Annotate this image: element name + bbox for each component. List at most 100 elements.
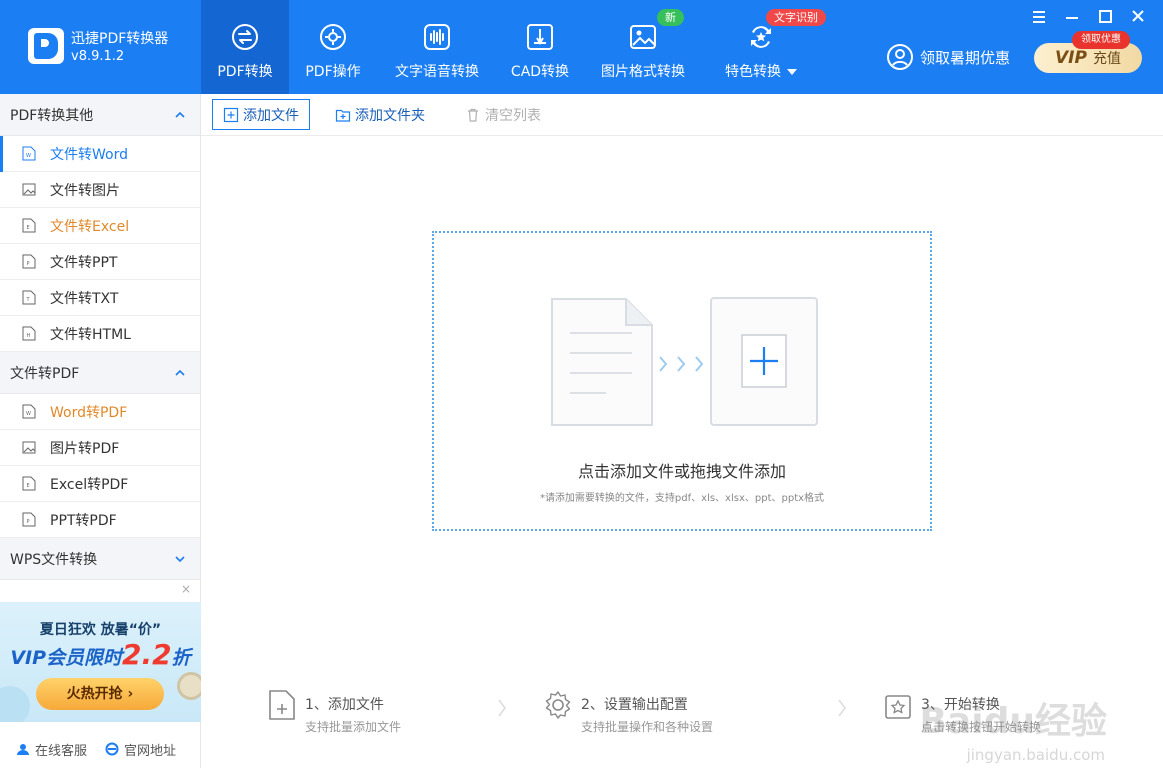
app-logo-icon xyxy=(28,28,64,64)
tab-label: PDF转换 xyxy=(217,64,273,80)
sidebar-item-to-txt[interactable]: T 文件转TXT xyxy=(0,280,200,316)
sidebar-item-label: 文件转图片 xyxy=(50,182,120,199)
sidebar-item-word-to-pdf[interactable]: W Word转PDF xyxy=(0,394,200,430)
add-file-label: 添加文件 xyxy=(243,107,299,124)
sidebar-item-to-image[interactable]: 文件转图片 xyxy=(0,172,200,208)
cad-icon xyxy=(527,24,553,50)
sidebar-item-label: 文件转HTML xyxy=(50,326,131,343)
chevron-right-icon xyxy=(659,356,704,372)
step-desc: 支持批量添加文件 xyxy=(305,720,402,734)
sidebar: PDF转换其他 W 文件转Word 文件转图片 E 文件转Excel P 文件转… xyxy=(0,94,201,768)
ad-offer: VIP会员限时2.2折 xyxy=(0,638,201,671)
word-file-icon: W xyxy=(22,404,36,419)
word-file-icon: W xyxy=(22,146,36,161)
sidebar-section-pdf-to-other[interactable]: PDF转换其他 xyxy=(0,94,200,136)
tab-pdf-convert[interactable]: PDF转换 xyxy=(201,0,289,94)
file-drop-zone[interactable]: 点击添加文件或拖拽文件添加 *请添加需要转换的文件，支持pdf、xls、xlsx… xyxy=(432,231,932,531)
ppt-file-icon: P xyxy=(22,512,36,527)
close-icon[interactable] xyxy=(1127,8,1149,26)
sidebar-footer: 在线客服 官网地址 xyxy=(0,734,201,764)
html-file-icon: H xyxy=(22,326,36,341)
promo-label: 领取暑期优惠 xyxy=(920,48,1011,67)
vip-promo-badge: 领取优惠 xyxy=(1072,31,1130,49)
user-icon xyxy=(887,44,913,70)
clear-list-button[interactable]: 清空列表 xyxy=(455,99,551,130)
document-icon xyxy=(551,298,653,426)
ie-icon xyxy=(105,742,119,756)
online-service-link[interactable]: 在线客服 xyxy=(16,740,87,759)
tab-label: CAD转换 xyxy=(510,64,570,80)
window-controls xyxy=(1017,8,1149,26)
tab-pdf-operation[interactable]: PDF操作 xyxy=(289,0,377,94)
chevron-right-icon xyxy=(838,699,846,717)
tab-label: 文字语音转换 xyxy=(395,64,479,80)
chevron-down-icon xyxy=(175,555,185,562)
trash-icon xyxy=(468,108,478,122)
sidebar-item-to-word[interactable]: W 文件转Word xyxy=(0,136,200,172)
step-add-file: 1、添加文件 支持批量添加文件 xyxy=(267,688,401,735)
section-title: PDF转换其他 xyxy=(10,107,94,124)
sidebar-item-label: 文件转Excel xyxy=(50,218,130,235)
decor-coin xyxy=(177,672,201,700)
title-bar: 迅捷PDF转换器 v8.9.1.2 PDF转换 PDF操作 文字语音转换 CAD… xyxy=(0,0,1163,94)
official-site-link[interactable]: 官网地址 xyxy=(105,740,176,759)
ad-grab-button[interactable]: 火热开抢 › xyxy=(36,678,164,710)
minimize-icon[interactable] xyxy=(1061,8,1083,26)
summer-promo-link[interactable]: 领取暑期优惠 xyxy=(886,43,1010,71)
ad-headline: 夏日狂欢 放暑“价” xyxy=(39,622,162,638)
sidebar-item-image-to-pdf[interactable]: 图片转PDF xyxy=(0,430,200,466)
tab-label: 特色转换 xyxy=(725,61,797,81)
image-icon xyxy=(630,25,656,49)
sidebar-section-wps[interactable]: WPS文件转换 xyxy=(0,538,200,580)
sidebar-item-label: Word转PDF xyxy=(50,404,128,421)
app-name: 迅捷PDF转换器 xyxy=(71,31,169,47)
svg-text:W: W xyxy=(26,153,31,159)
ad-close-icon[interactable]: × xyxy=(181,582,191,596)
sidebar-item-excel-to-pdf[interactable]: E Excel转PDF xyxy=(0,466,200,502)
add-file-button[interactable]: 添加文件 xyxy=(212,99,310,130)
vip-label: 充值 xyxy=(1092,51,1121,67)
maximize-icon[interactable] xyxy=(1094,8,1116,26)
online-service-label: 在线客服 xyxy=(35,743,88,759)
chevron-up-icon xyxy=(175,369,185,376)
convert-icon xyxy=(885,695,911,719)
image-file-icon xyxy=(22,441,36,454)
tab-cad[interactable]: CAD转换 xyxy=(497,0,583,94)
add-folder-icon xyxy=(335,109,351,122)
vip-promo-banner[interactable]: 夏日狂欢 放暑“价” VIP会员限时2.2折 火热开抢 › xyxy=(0,602,201,722)
sidebar-item-ppt-to-pdf[interactable]: P PPT转PDF xyxy=(0,502,200,538)
add-folder-button[interactable]: 添加文件夹 xyxy=(325,99,435,130)
add-target-icon xyxy=(710,297,818,426)
sidebar-item-to-html[interactable]: H 文件转HTML xyxy=(0,316,200,352)
menu-icon[interactable] xyxy=(1028,8,1050,26)
tab-label: 图片格式转换 xyxy=(601,64,685,80)
svg-text:P: P xyxy=(27,261,30,267)
decor-ball xyxy=(0,686,30,722)
file-toolbar: 添加文件 添加文件夹 清空列表 xyxy=(201,94,1163,136)
sidebar-item-label: 文件转Word xyxy=(50,146,128,163)
sidebar-item-to-ppt[interactable]: P 文件转PPT xyxy=(0,244,200,280)
sidebar-section-file-to-pdf[interactable]: 文件转PDF xyxy=(0,352,200,394)
svg-text:W: W xyxy=(26,411,31,417)
chevron-up-icon xyxy=(175,111,185,118)
watermark-url: jingyan.baidu.com xyxy=(966,746,1105,764)
tab-special-convert[interactable]: 特色转换 文字识别 xyxy=(703,0,826,94)
sidebar-item-to-excel[interactable]: E 文件转Excel xyxy=(0,208,200,244)
tab-label: PDF操作 xyxy=(305,64,361,80)
drop-illustration xyxy=(551,297,818,426)
tab-image-format[interactable]: 图片格式转换 新 xyxy=(583,0,703,94)
watermark-logo: Baidu经验 xyxy=(919,701,1107,742)
app-version: v8.9.1.2 xyxy=(71,49,125,64)
sidebar-item-label: 图片转PDF xyxy=(50,440,120,457)
tab-label-text: 特色转换 xyxy=(725,64,781,80)
excel-file-icon: E xyxy=(22,476,36,491)
ppt-file-icon: P xyxy=(22,254,36,269)
drop-zone-hint: *请添加需要转换的文件，支持pdf、xls、xlsx、ppt、pptx格式 xyxy=(539,493,825,504)
svg-text:E: E xyxy=(27,483,30,489)
main-nav: PDF转换 PDF操作 文字语音转换 CAD转换 图片格式转换 新 特色转换 文… xyxy=(201,0,826,94)
tab-text-voice[interactable]: 文字语音转换 xyxy=(377,0,497,94)
star-icon xyxy=(751,26,771,48)
svg-text:T: T xyxy=(26,297,31,303)
official-site-label: 官网地址 xyxy=(124,743,177,759)
chevron-down-icon xyxy=(787,69,797,75)
